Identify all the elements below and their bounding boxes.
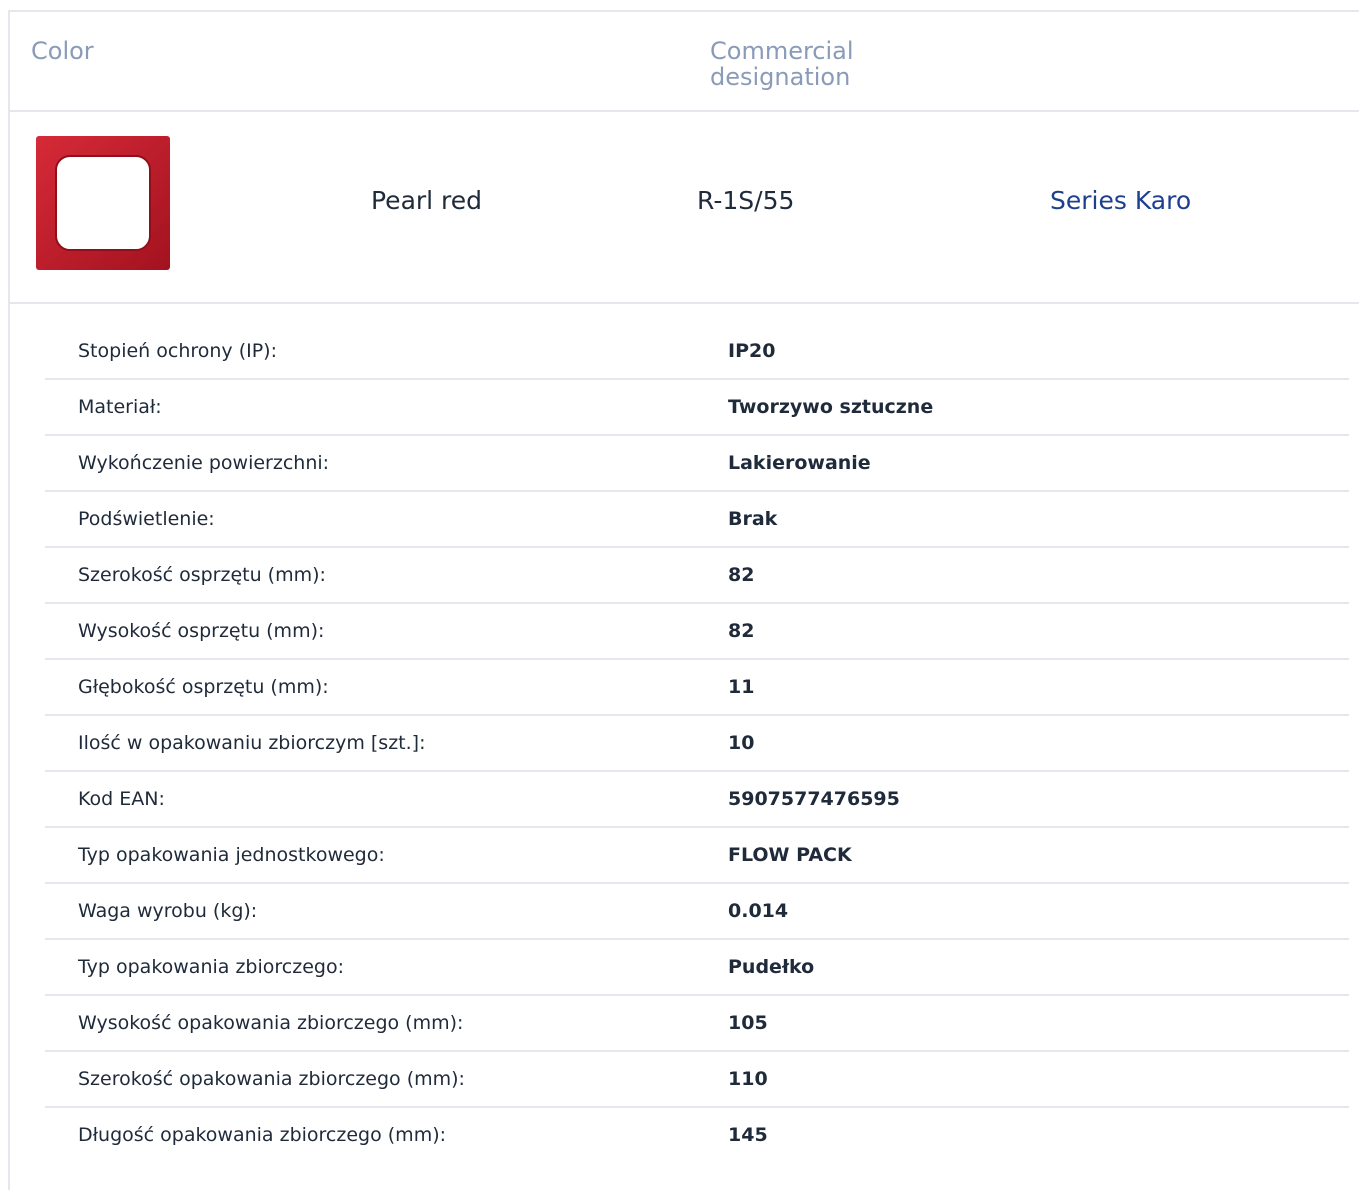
spec-row: Typ opakowania jednostkowego: FLOW PACK: [45, 828, 1349, 884]
spec-value: Lakierowanie: [728, 452, 871, 474]
spec-value: 5907577476595: [728, 788, 900, 810]
spec-label: Podświetlenie:: [78, 508, 215, 530]
spec-row: Stopień ochrony (IP): IP20: [45, 324, 1349, 380]
spec-value: 145: [728, 1124, 768, 1146]
spec-row: Podświetlenie: Brak: [45, 492, 1349, 548]
spec-row: Głębokość osprzętu (mm): 11: [45, 660, 1349, 716]
product-row: Pearl red R-1S/55 Series Karo: [10, 112, 1359, 304]
spec-value: Pudełko: [728, 956, 815, 978]
spec-label: Szerokość opakowania zbiorczego (mm):: [78, 1068, 465, 1090]
spec-value: FLOW PACK: [728, 844, 852, 866]
spec-row: Wysokość osprzętu (mm): 82: [45, 604, 1349, 660]
spec-label: Typ opakowania jednostkowego:: [78, 844, 385, 866]
spec-value: Tworzywo sztuczne: [728, 396, 934, 418]
spec-row: Ilość w opakowaniu zbiorczym [szt.]: 10: [45, 716, 1349, 772]
spec-label: Wysokość opakowania zbiorczego (mm):: [78, 1012, 464, 1034]
spec-label: Głębokość osprzętu (mm):: [78, 676, 329, 698]
specifications-table: Stopień ochrony (IP): IP20 Materiał: Tworzy…: [45, 324, 1349, 1162]
spec-label: Waga wyrobu (kg):: [78, 900, 258, 922]
spec-row: Wysokość opakowania zbiorczego (mm): 105: [45, 996, 1349, 1052]
spec-row: Kod EAN: 5907577476595: [45, 772, 1349, 828]
red-frame-icon: [36, 136, 170, 270]
spec-label: Materiał:: [78, 396, 162, 418]
spec-value: 82: [728, 620, 755, 642]
spec-label: Długość opakowania zbiorczego (mm):: [78, 1124, 447, 1146]
spec-value: 110: [728, 1068, 768, 1090]
spec-row: Szerokość opakowania zbiorczego (mm): 110: [45, 1052, 1349, 1108]
spec-row: Typ opakowania zbiorczego: Pudełko: [45, 940, 1349, 996]
spec-label: Typ opakowania zbiorczego:: [78, 956, 344, 978]
spec-label: Ilość w opakowaniu zbiorczym [szt.]:: [78, 732, 426, 754]
commercial-designation-column-header: Commercial designation: [710, 37, 854, 91]
spec-label: Szerokość osprzętu (mm):: [78, 564, 326, 586]
spec-value: IP20: [728, 340, 776, 362]
spec-row: Waga wyrobu (kg): 0.014: [45, 884, 1349, 940]
spec-label: Wykończenie powierzchni:: [78, 452, 330, 474]
color-column-header: Color: [31, 37, 94, 65]
spec-value: 82: [728, 564, 755, 586]
spec-value: Brak: [728, 508, 778, 530]
spec-label: Kod EAN:: [78, 788, 165, 810]
commercial-designation: R-1S/55: [697, 186, 795, 215]
spec-row: Wykończenie powierzchni: Lakierowanie: [45, 436, 1349, 492]
series-link[interactable]: Series Karo: [1050, 186, 1191, 215]
spec-value: 11: [728, 676, 755, 698]
spec-row: Szerokość osprzętu (mm): 82: [45, 548, 1349, 604]
spec-value: 0.014: [728, 900, 789, 922]
spec-label: Wysokość osprzętu (mm):: [78, 620, 325, 642]
spec-row: Materiał: Tworzywo sztuczne: [45, 380, 1349, 436]
spec-label: Stopień ochrony (IP):: [78, 340, 277, 362]
color-name: Pearl red: [371, 186, 483, 215]
table-header-row: Color Commercial designation: [10, 12, 1359, 112]
spec-value: 10: [728, 732, 755, 754]
spec-value: 105: [728, 1012, 768, 1034]
spec-row: Długość opakowania zbiorczego (mm): 145: [45, 1108, 1349, 1162]
